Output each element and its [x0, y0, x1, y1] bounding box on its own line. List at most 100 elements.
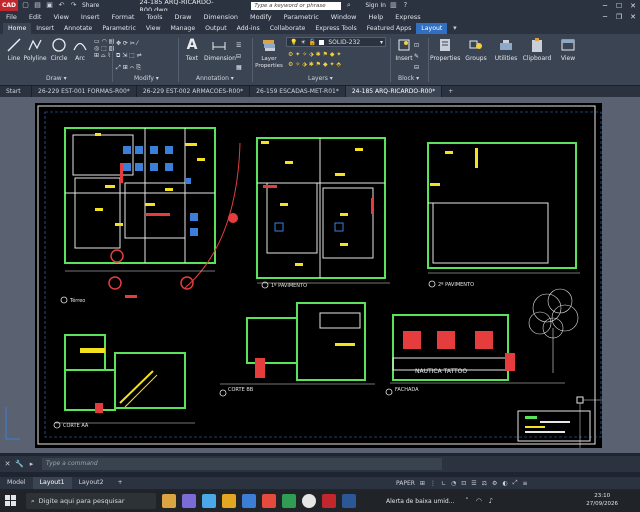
ribbon-toggle-icon[interactable]: ▾: [450, 24, 459, 33]
tab-addins[interactable]: Add-ins: [232, 23, 265, 34]
sign-in-button[interactable]: Sign In: [365, 2, 386, 9]
utilities-button[interactable]: Utilities: [492, 37, 520, 62]
autocad-app-icon[interactable]: [322, 494, 336, 508]
customize-icon[interactable]: 🔧: [15, 460, 24, 469]
modify-tools[interactable]: ✥ ⟳ ✂ ⁄ ⧉ ⇲ ⬚ ⇌ ⤢ ⊞ ⌒ ⎘: [116, 38, 142, 74]
tab-view[interactable]: View: [141, 23, 166, 34]
menu-edit[interactable]: Edit: [29, 13, 42, 21]
customize-status-icon[interactable]: ≡: [523, 480, 528, 487]
drawing-canvas[interactable]: Térreo 1º PAVIMENTO 2º PAVIMENTO CORTE A…: [35, 103, 602, 448]
teams-app-icon[interactable]: [182, 494, 196, 508]
file-tab-start[interactable]: Start: [0, 86, 32, 97]
tab-insert[interactable]: Insert: [31, 23, 59, 34]
network-icon[interactable]: ◠: [474, 497, 483, 506]
menu-file[interactable]: File: [6, 13, 17, 21]
workspace-icon[interactable]: ⚙: [492, 480, 497, 487]
layer-tools[interactable]: ⚙ ✦ ✧ ⬗ ✱ ⚑ ◆ ✦ ⚙ ✧ ⬗ ✱ ⚑ ◆ ✦ ⬘: [288, 50, 341, 70]
cart-icon[interactable]: ▥: [389, 1, 398, 10]
tab-annotate[interactable]: Annotate: [59, 23, 97, 34]
tab-collaborate[interactable]: Collaborate: [265, 23, 311, 34]
menu-window[interactable]: Window: [331, 13, 357, 21]
maximize-button[interactable]: ☐: [612, 2, 626, 10]
ortho-icon[interactable]: ∟: [441, 480, 446, 487]
annotation-scale-icon[interactable]: ⚖: [482, 480, 487, 487]
file-tab-active[interactable]: 24-185 ARQ-RICARDO-R00*: [345, 86, 443, 97]
tab-model[interactable]: Model: [0, 477, 33, 489]
word-app-icon[interactable]: [342, 494, 356, 508]
space-toggle[interactable]: PAPER: [396, 480, 415, 487]
block-group-label[interactable]: Block ▾: [398, 75, 419, 82]
layer-properties-button[interactable]: Layer Properties: [254, 37, 284, 69]
file-tab[interactable]: 26-229 EST-001 FORMAS-R00*: [32, 86, 137, 97]
office-app-icon[interactable]: [262, 494, 276, 508]
doc-restore-button[interactable]: ❐: [612, 13, 626, 21]
draw-group-label[interactable]: Draw ▾: [46, 75, 67, 82]
dimension-tool[interactable]: Dimension: [204, 37, 236, 62]
add-layout-button[interactable]: +: [111, 477, 130, 489]
paper-sheet[interactable]: Térreo 1º PAVIMENTO 2º PAVIMENTO CORTE A…: [35, 103, 602, 448]
file-tab[interactable]: 26-159 ESCADAS-MET-R01*: [250, 86, 346, 97]
tab-featured-apps[interactable]: Featured Apps: [362, 23, 417, 34]
explorer-app-icon[interactable]: [162, 494, 176, 508]
tab-manage[interactable]: Manage: [166, 23, 201, 34]
file-tab[interactable]: 26-229 EST-002 ARMACOES-R00*: [137, 86, 251, 97]
insert-block-button[interactable]: Insert: [392, 37, 416, 62]
isolate-icon[interactable]: ◐: [502, 480, 507, 487]
menu-draw[interactable]: Draw: [175, 13, 192, 21]
text-tool[interactable]: A Text: [180, 37, 204, 62]
view-button[interactable]: View: [556, 37, 580, 62]
tab-layout[interactable]: Layout: [416, 23, 448, 34]
doc-close-button[interactable]: ✕: [626, 13, 640, 21]
store-app-icon[interactable]: [242, 494, 256, 508]
tab-express-tools[interactable]: Express Tools: [310, 23, 361, 34]
save-icon[interactable]: ▣: [45, 1, 54, 10]
share-button[interactable]: Share: [82, 2, 99, 9]
menu-dimension[interactable]: Dimension: [203, 13, 238, 21]
grid-icon[interactable]: ⊞: [420, 480, 425, 487]
clipboard-button[interactable]: Clipboard: [522, 37, 552, 62]
tab-parametric[interactable]: Parametric: [97, 23, 141, 34]
tab-output[interactable]: Output: [200, 23, 232, 34]
close-button[interactable]: ✕: [626, 2, 640, 10]
menu-parametric[interactable]: Parametric: [284, 13, 319, 21]
tab-layout2[interactable]: Layout2: [72, 477, 111, 489]
menu-view[interactable]: View: [53, 13, 68, 21]
layers-group-label[interactable]: Layers ▾: [308, 75, 333, 82]
folder-app-icon[interactable]: [222, 494, 236, 508]
doc-minimize-button[interactable]: ─: [598, 13, 612, 21]
menu-format[interactable]: Format: [112, 13, 135, 21]
edge-app-icon[interactable]: [202, 494, 216, 508]
annotation-small-tools[interactable]: ☰ ⊟ ▦: [236, 40, 242, 73]
lineweight-icon[interactable]: ☰: [471, 480, 476, 487]
open-icon[interactable]: ▤: [33, 1, 42, 10]
polar-icon[interactable]: ◔: [451, 480, 456, 487]
annotation-group-label[interactable]: Annotation ▾: [196, 75, 234, 82]
groups-button[interactable]: Groups: [462, 37, 490, 62]
taskbar-search[interactable]: ⌕ Digite aqui para pesquisar: [26, 493, 156, 509]
redo-icon[interactable]: ↷: [69, 1, 78, 10]
search-icon[interactable]: ⌕: [344, 1, 353, 10]
search-input[interactable]: Type a keyword or phrase: [251, 1, 342, 10]
new-icon[interactable]: ▢: [21, 1, 30, 10]
excel-app-icon[interactable]: [282, 494, 296, 508]
menu-help[interactable]: Help: [368, 13, 383, 21]
tab-layout1[interactable]: Layout1: [32, 477, 72, 489]
snap-icon[interactable]: ⋮: [430, 480, 436, 487]
command-input[interactable]: Type a command: [42, 458, 442, 470]
tab-home[interactable]: Home: [3, 23, 32, 34]
properties-button[interactable]: Properties: [430, 37, 460, 62]
menu-tools[interactable]: Tools: [146, 13, 162, 21]
layer-dropdown[interactable]: 💡 ☀ 🔓 SOLID-232 ▾: [286, 37, 386, 47]
osnap-icon[interactable]: ⊡: [461, 480, 466, 487]
new-tab-button[interactable]: +: [442, 86, 459, 97]
close-cmd-icon[interactable]: ✕: [3, 460, 12, 469]
menu-modify[interactable]: Modify: [250, 13, 272, 21]
arc-tool[interactable]: Arc: [68, 37, 92, 62]
block-small-tools[interactable]: ⊡ ✎ ⊟: [414, 40, 419, 73]
fullscreen-icon[interactable]: ⤢: [513, 479, 518, 487]
polyline-tool[interactable]: Polyline: [23, 37, 47, 62]
taskbar-clock[interactable]: 23:10 27/09/2026: [586, 492, 618, 508]
modify-group-label[interactable]: Modify ▾: [134, 75, 159, 82]
help-icon[interactable]: ?: [401, 1, 410, 10]
minimize-button[interactable]: ─: [598, 2, 612, 10]
